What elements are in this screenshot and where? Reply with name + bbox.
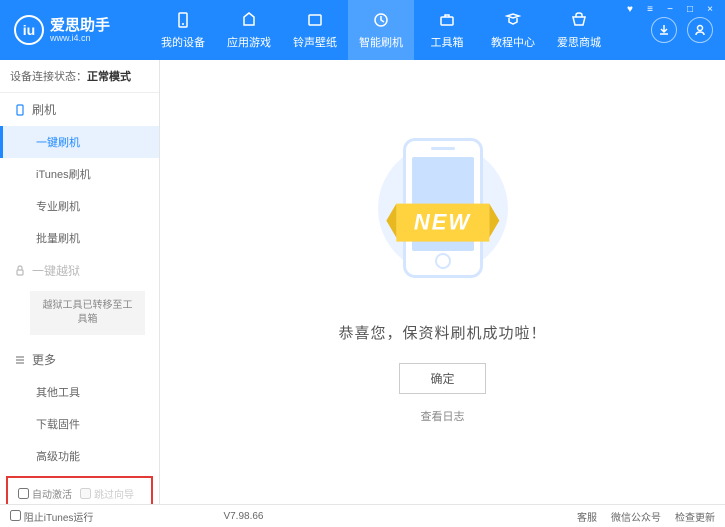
footer-link-update[interactable]: 检查更新 [675, 509, 715, 524]
section-flash[interactable]: 刷机 [0, 93, 159, 126]
sidebar-item-oneclick-flash[interactable]: 一键刷机 [0, 126, 159, 158]
app-url: www.i4.cn [50, 33, 110, 43]
footer: 阻止iTunes运行 V7.98.66 客服 微信公众号 检查更新 [0, 504, 725, 527]
list-icon [14, 354, 26, 366]
ringtone-icon [305, 10, 325, 30]
wifi-icon[interactable]: ♥ [623, 4, 637, 15]
lock-icon [14, 265, 26, 277]
jailbreak-note: 越狱工具已转移至工具箱 [30, 291, 145, 335]
sidebar-item-download-fw[interactable]: 下载固件 [0, 408, 159, 440]
toolbox-icon [437, 10, 457, 30]
main-content: NEW 恭喜您，保资料刷机成功啦！ 确定 查看日志 [160, 60, 725, 504]
tutorial-icon [503, 10, 523, 30]
flash-section-icon [14, 104, 26, 116]
nav-ringtones[interactable]: 铃声壁纸 [282, 0, 348, 60]
nav-apps[interactable]: 应用游戏 [216, 0, 282, 60]
sidebar-item-pro-flash[interactable]: 专业刷机 [0, 190, 159, 222]
sidebar-item-advanced[interactable]: 高级功能 [0, 440, 159, 472]
flash-icon [371, 10, 391, 30]
close-icon[interactable]: × [703, 4, 717, 15]
success-message: 恭喜您，保资料刷机成功啦！ [338, 322, 546, 343]
nav-tutorials[interactable]: 教程中心 [480, 0, 546, 60]
nav-smart-flash[interactable]: 智能刷机 [348, 0, 414, 60]
minimize-icon[interactable]: − [663, 4, 677, 15]
device-icon [173, 10, 193, 30]
menu-icon[interactable]: ≡ [643, 4, 657, 15]
view-log-link[interactable]: 查看日志 [421, 408, 465, 424]
options-box: 自动激活 跳过向导 [6, 476, 153, 504]
section-more[interactable]: 更多 [0, 343, 159, 376]
new-banner: NEW [396, 204, 489, 242]
footer-link-wechat[interactable]: 微信公众号 [611, 509, 661, 524]
nav-my-device[interactable]: 我的设备 [150, 0, 216, 60]
sidebar-item-other-tools[interactable]: 其他工具 [0, 376, 159, 408]
sidebar-item-batch-flash[interactable]: 批量刷机 [0, 222, 159, 254]
sidebar-item-itunes-flash[interactable]: iTunes刷机 [0, 158, 159, 190]
maximize-icon[interactable]: □ [683, 4, 697, 15]
checkbox-skip-guide[interactable]: 跳过向导 [80, 486, 134, 501]
store-icon [569, 10, 589, 30]
nav-toolbox[interactable]: 工具箱 [414, 0, 480, 60]
sidebar: 设备连接状态：正常模式 刷机 一键刷机 iTunes刷机 专业刷机 批量刷机 一… [0, 60, 160, 504]
download-button[interactable] [651, 17, 677, 43]
app-name: 爱思助手 [50, 18, 110, 33]
version-label: V7.98.66 [223, 511, 263, 522]
user-button[interactable] [687, 17, 713, 43]
top-nav: 我的设备 应用游戏 铃声壁纸 智能刷机 工具箱 教程中心 爱思商城 [150, 0, 651, 60]
section-jailbreak: 一键越狱 [0, 254, 159, 287]
footer-link-support[interactable]: 客服 [577, 509, 597, 524]
app-header: iu 爱思助手 www.i4.cn 我的设备 应用游戏 铃声壁纸 智能刷机 工具… [0, 0, 725, 60]
logo-area: iu 爱思助手 www.i4.cn [0, 15, 150, 45]
ok-button[interactable]: 确定 [399, 363, 485, 394]
device-status: 设备连接状态：正常模式 [0, 60, 159, 93]
apps-icon [239, 10, 259, 30]
logo-icon: iu [14, 15, 44, 45]
success-illustration: NEW [343, 120, 543, 310]
nav-store[interactable]: 爱思商城 [546, 0, 612, 60]
checkbox-block-itunes[interactable]: 阻止iTunes运行 [10, 509, 93, 524]
checkbox-auto-activate[interactable]: 自动激活 [18, 486, 72, 501]
